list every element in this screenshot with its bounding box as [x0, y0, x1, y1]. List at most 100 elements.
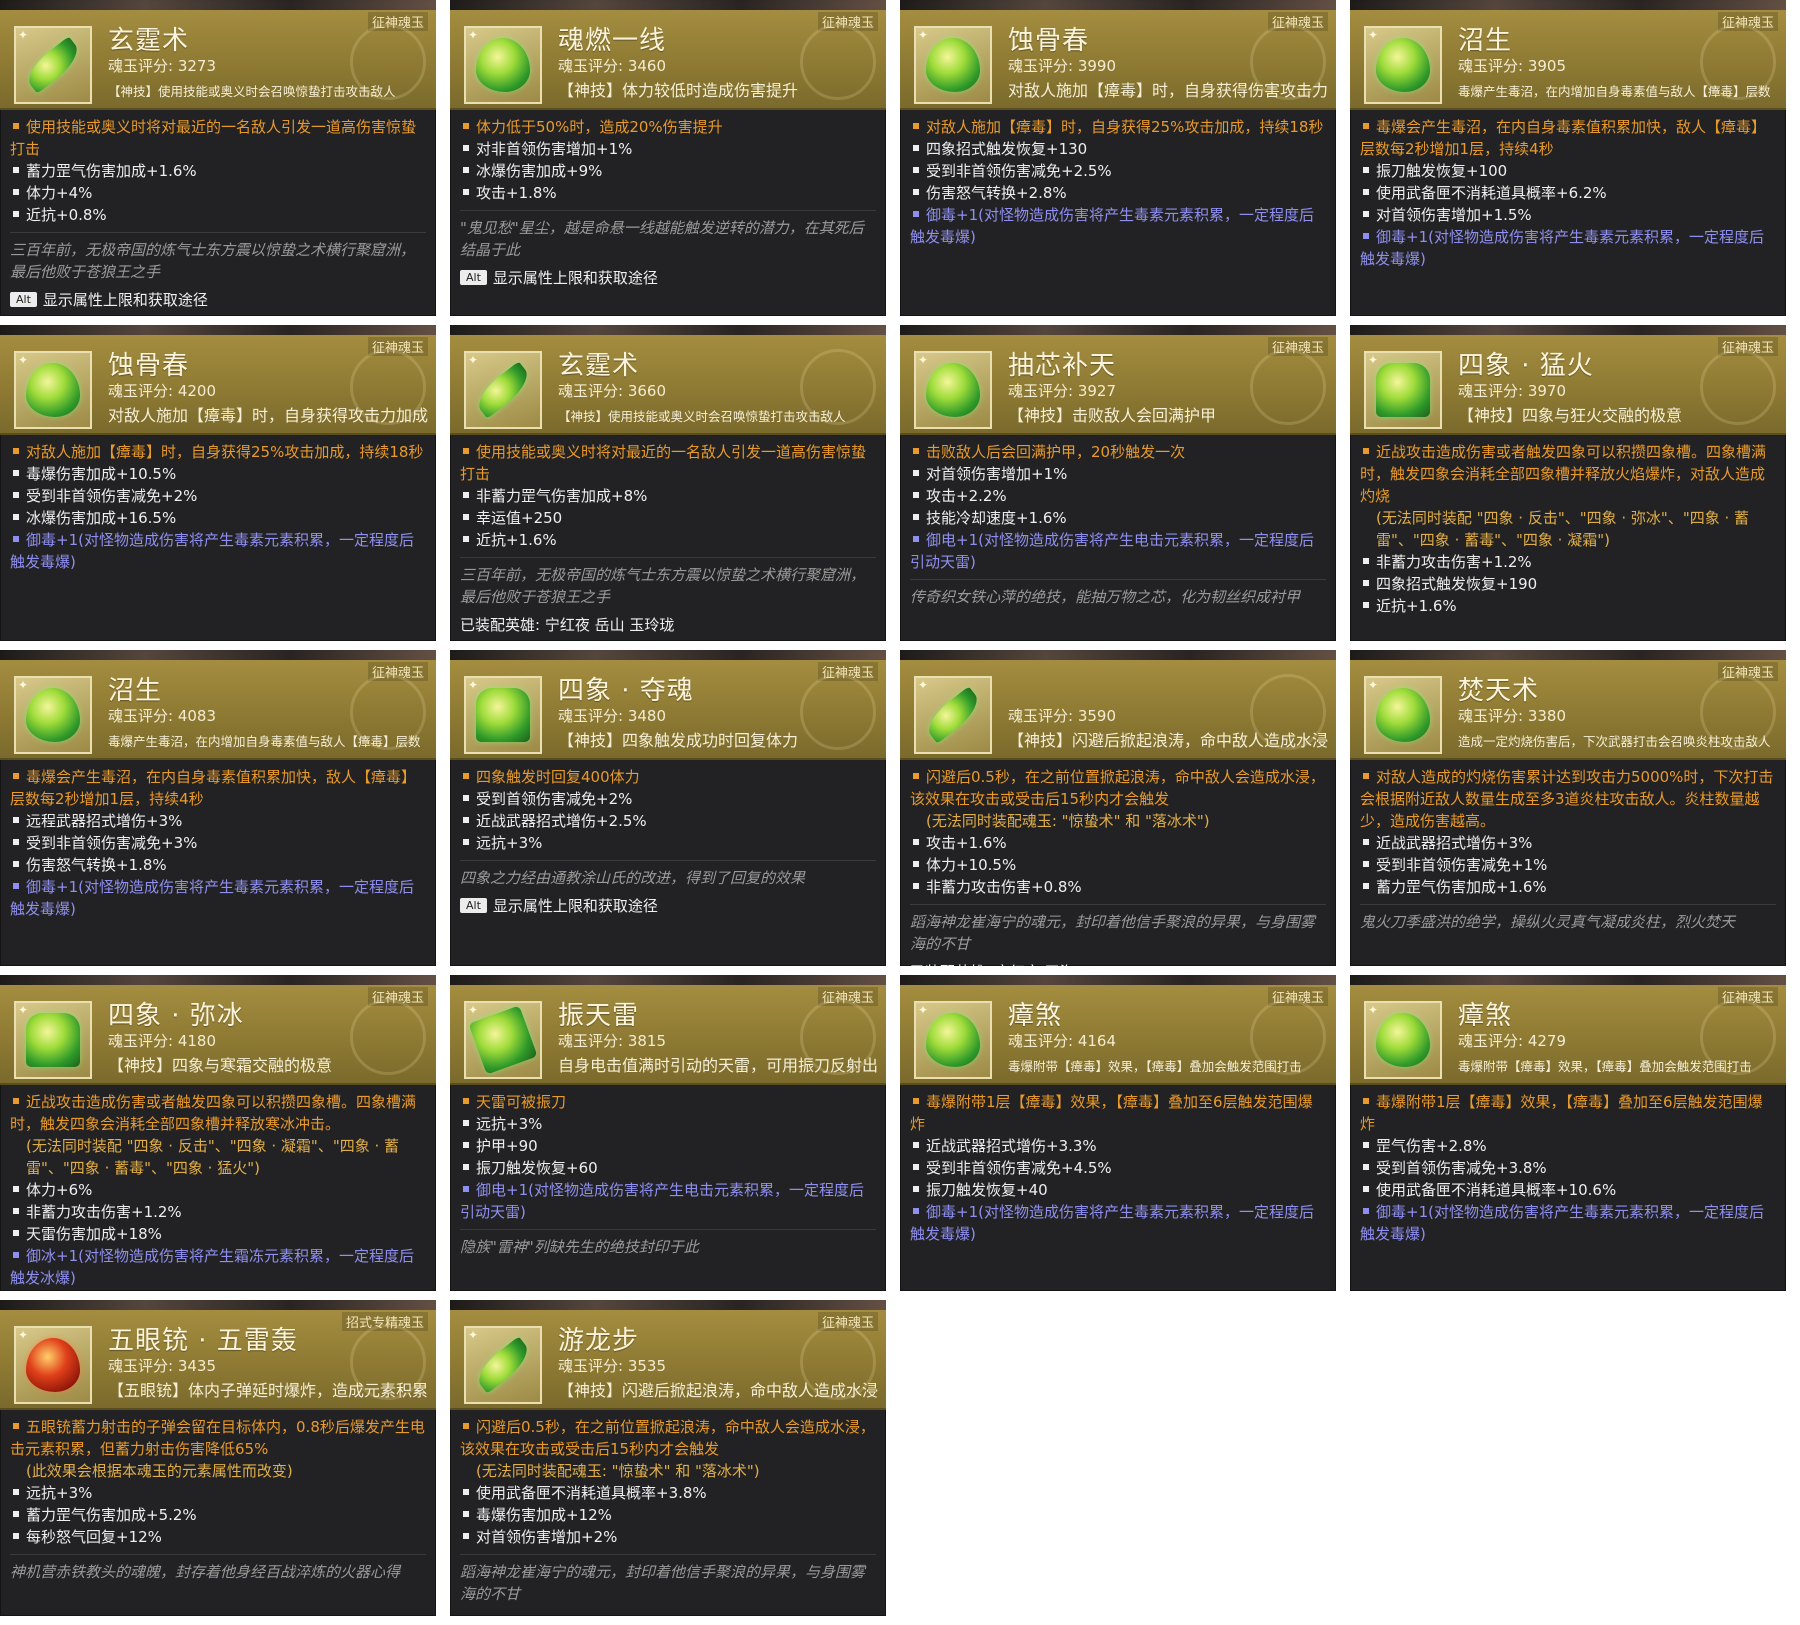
card-body: 近战攻击造成伤害或者触发四象可以积攒四象槽。四象槽满时，触发四象会消耗全部四象槽… [0, 1085, 436, 1291]
bullet-icon [1363, 1186, 1369, 1192]
jade-name: 四象 · 猛火 [1458, 351, 1594, 381]
soul-jade-card-1[interactable]: 征神魂玉 ✦ 玄霆术 魂玉评分: 3273 【神技】使用技能或奥义时会召唤惊蛰打… [0, 0, 436, 316]
stat-line: 对首领伤害增加+1.5% [1360, 204, 1776, 226]
soul-jade-card-9[interactable]: 征神魂玉 ✦ 沼生 魂玉评分: 4083 毒爆产生毒沼，在内增加自身毒素值与敌人… [0, 650, 436, 966]
bullet-icon [1363, 167, 1369, 173]
stat-line: 冰爆伤害加成+9% [460, 160, 876, 182]
soul-jade-card-8[interactable]: 征神魂玉 ✦ 四象 · 猛火 魂玉评分: 3970 【神技】四象与狂火交融的极意… [1350, 325, 1786, 641]
bullet-icon [1363, 189, 1369, 195]
card-header: ✦ 玄霆术 魂玉评分: 3660 【神技】使用技能或奥义时会召唤惊蛰打击攻击敌人 [450, 335, 886, 435]
soul-jade-card-18[interactable]: 征神魂玉 ✦ 游龙步 魂玉评分: 3535 【神技】闪避后掀起浪涛，命中敌人造成… [450, 1300, 886, 1616]
soul-jade-card-15[interactable]: 征神魂玉 ✦ 瘴煞 魂玉评分: 4164 毒爆附带【瘴毒】效果，【瘴毒】叠加会触… [900, 975, 1336, 1291]
stat-line: 远程武器招式增伤+3% [10, 810, 426, 832]
bullet-icon [913, 861, 919, 867]
jade-name: 蚀骨春 [108, 351, 190, 381]
stat-line: 每秒怒气回复+12% [10, 1526, 426, 1548]
jade-summary: 对敌人施加【瘴毒】时，自身获得攻击力加成 [108, 406, 428, 425]
card-body: 闪避后0.5秒，在之前位置掀起浪涛，命中敌人会造成水浸，该效果在攻击或受击后15… [450, 1410, 886, 1616]
main-effect: 闪避后0.5秒，在之前位置掀起浪涛，命中敌人会造成水浸，该效果在攻击或受击后15… [460, 1418, 875, 1458]
jade-score: 魂玉评分: 3990 [1008, 57, 1116, 75]
backdrop-strip [0, 975, 436, 985]
card-header: 征神魂玉 ✦ 蚀骨春 魂玉评分: 3990 对敌人施加【瘴毒】时，自身获得伤害攻… [900, 10, 1336, 110]
alt-hint[interactable]: Alt 显示属性上限和获取途径 [10, 289, 426, 310]
jade-name: 玄霆术 [558, 351, 640, 381]
bullet-icon [463, 1098, 469, 1104]
stat-line: 近抗+1.6% [1360, 595, 1776, 617]
alt-hint[interactable]: Alt 显示属性上限和获取途径 [460, 895, 876, 916]
soul-jade-card-14[interactable]: 征神魂玉 ✦ 振天雷 魂玉评分: 3815 自身电击值满时引动的天雷，可用振刀反… [450, 975, 886, 1291]
bullet-icon [13, 861, 19, 867]
stat-line: 护甲+90 [460, 1135, 876, 1157]
alt-hint-label: 显示属性上限和获取途径 [492, 897, 658, 915]
stat-line: 罡气伤害+2.8% [1360, 1135, 1776, 1157]
soul-jade-card-5[interactable]: 征神魂玉 ✦ 蚀骨春 魂玉评分: 4200 对敌人施加【瘴毒】时，自身获得攻击力… [0, 325, 436, 641]
bullet-icon [463, 448, 469, 454]
jade-icon-frame: ✦ [464, 26, 542, 104]
bullet-icon [463, 123, 469, 129]
jade-name: 沼生 [108, 676, 163, 706]
stat-line: 使用武备匣不消耗道具概率+3.8% [460, 1482, 876, 1504]
backdrop-strip [1350, 0, 1786, 10]
jade-type-tag: 征神魂玉 [367, 987, 428, 1006]
soul-jade-card-2[interactable]: 征神魂玉 ✦ 魂燃一线 魂玉评分: 3460 【神技】体力较低时造成伤害提升 体… [450, 0, 886, 316]
poison-jade-icon [26, 363, 80, 417]
jade-score: 魂玉评分: 3815 [558, 1032, 666, 1050]
jade-summary: 【神技】击败敌人会回满护甲 [1008, 406, 1217, 425]
flavor-text: 四象之力经由通教涂山氏的改进，得到了回复的效果 [460, 860, 876, 889]
bullet-icon [13, 189, 19, 195]
soul-jade-card-6[interactable]: ✦ 玄霆术 魂玉评分: 3660 【神技】使用技能或奥义时会召唤惊蛰打击攻击敌人… [450, 325, 886, 641]
corner-ornament-icon: ✦ [1368, 678, 1379, 692]
flame-jade-icon [926, 363, 980, 417]
soul-jade-card-3[interactable]: 征神魂玉 ✦ 蚀骨春 魂玉评分: 3990 对敌人施加【瘴毒】时，自身获得伤害攻… [900, 0, 1336, 316]
stat-line: 攻击+2.2% [910, 485, 1326, 507]
backdrop-strip [1350, 975, 1786, 985]
bullet-icon [13, 817, 19, 823]
soul-jade-card-11[interactable]: ✦ 魂玉评分: 3590 【神技】闪避后掀起浪涛，命中敌人造成水浸 闪避后0.5… [900, 650, 1336, 966]
poison-jade-icon [1376, 1013, 1430, 1067]
main-effect: 近战攻击造成伤害或者触发四象可以积攒四象槽。四象槽满时，触发四象会消耗全部四象槽… [10, 1093, 417, 1133]
soul-jade-card-10[interactable]: 征神魂玉 ✦ 四象 · 夺魂 魂玉评分: 3480 【神技】四象触发成功时回复体… [450, 650, 886, 966]
bullet-icon [913, 839, 919, 845]
jade-icon-frame: ✦ [914, 351, 992, 429]
card-header: 征神魂玉 ✦ 振天雷 魂玉评分: 3815 自身电击值满时引动的天雷，可用振刀反… [450, 985, 886, 1085]
bullet-icon [463, 1423, 469, 1429]
alt-hint[interactable]: Alt 显示属性上限和获取途径 [460, 267, 876, 288]
stat-line: 受到非首领伤害减免+4.5% [910, 1157, 1326, 1179]
jade-summary: 毒爆产生毒沼，在内增加自身毒素值与敌人【瘴毒】层数 [1458, 84, 1771, 99]
soul-jade-card-4[interactable]: 征神魂玉 ✦ 沼生 魂玉评分: 3905 毒爆产生毒沼，在内增加自身毒素值与敌人… [1350, 0, 1786, 316]
soul-jade-card-16[interactable]: 征神魂玉 ✦ 瘴煞 魂玉评分: 4279 毒爆附带【瘴毒】效果，【瘴毒】叠加会触… [1350, 975, 1786, 1291]
backdrop-strip [450, 1300, 886, 1310]
bullet-icon [463, 1511, 469, 1517]
butterfly-jade-icon [476, 688, 530, 742]
backdrop-strip [450, 650, 886, 660]
soul-jade-card-17[interactable]: 招式专精魂玉 ✦ 五眼铳 · 五雷轰 魂玉评分: 3435 【五眼铳】体内子弹延… [0, 1300, 436, 1616]
card-header: 征神魂玉 ✦ 瘴煞 魂玉评分: 4164 毒爆附带【瘴毒】效果，【瘴毒】叠加会触… [900, 985, 1336, 1085]
jade-summary: 【神技】闪避后掀起浪涛，命中敌人造成水浸 [558, 1381, 878, 1400]
jade-name: 蚀骨春 [1008, 26, 1090, 56]
main-effect: 体力低于50%时，造成20%伤害提升 [460, 116, 876, 138]
jade-icon-frame: ✦ [1364, 351, 1442, 429]
card-header: 征神魂玉 ✦ 瘴煞 魂玉评分: 4279 毒爆附带【瘴毒】效果，【瘴毒】叠加会触… [1350, 985, 1786, 1085]
stat-line: 近战武器招式增伤+3.3% [910, 1135, 1326, 1157]
poison-jade-icon [926, 1013, 980, 1067]
soul-jade-card-12[interactable]: 征神魂玉 ✦ 焚天术 魂玉评分: 3380 造成一定灼烧伤害后，下次武器打击会召… [1350, 650, 1786, 966]
soul-jade-card-7[interactable]: 征神魂玉 ✦ 抽芯补天 魂玉评分: 3927 【神技】击败敌人会回满护甲 击败敌… [900, 325, 1336, 641]
stat-line: 对首领伤害增加+2% [460, 1526, 876, 1548]
stat-line: 使用武备匣不消耗道具概率+6.2% [1360, 182, 1776, 204]
jade-summary: 【神技】体力较低时造成伤害提升 [558, 81, 799, 100]
bullet-icon [913, 1208, 919, 1214]
card-header: 征神魂玉 ✦ 沼生 魂玉评分: 3905 毒爆产生毒沼，在内增加自身毒素值与敌人… [1350, 10, 1786, 110]
stat-line: 非蓄力攻击伤害+1.2% [10, 1201, 426, 1223]
alt-key-icon: Alt [10, 292, 37, 307]
corner-ornament-icon: ✦ [18, 678, 29, 692]
bullet-icon [1363, 558, 1369, 564]
jade-summary: 自身电击值满时引动的天雷，可用振刀反射出去 [558, 1056, 878, 1075]
backdrop-strip [0, 325, 436, 335]
soul-jade-card-13[interactable]: 征神魂玉 ✦ 四象 · 弥冰 魂玉评分: 4180 【神技】四象与寒霜交融的极意… [0, 975, 436, 1291]
bullet-icon [463, 536, 469, 542]
flavor-text: 蹈海神龙崔海宁的魂元，封印着他信手聚浪的异果，与身围雾海的不甘 [460, 1554, 876, 1605]
bullet-icon [1363, 211, 1369, 217]
bullet-icon [463, 795, 469, 801]
bullet-icon [13, 536, 19, 542]
butterfly-jade-icon [1376, 363, 1430, 417]
